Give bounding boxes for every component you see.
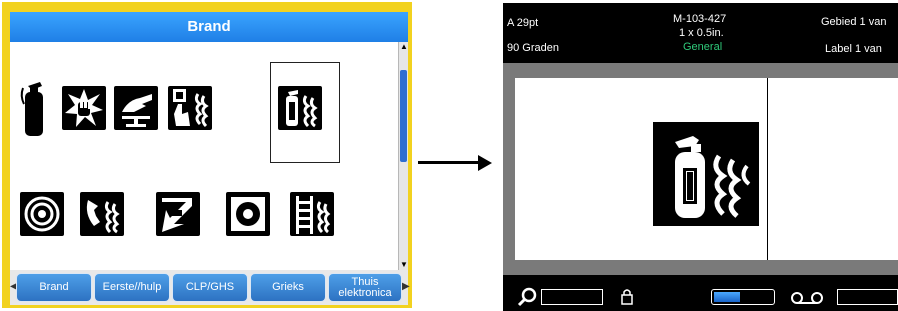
scroll-up-icon[interactable]: ▲ bbox=[399, 42, 409, 52]
fire-hose-icon[interactable] bbox=[20, 192, 64, 236]
category-title: Brand bbox=[10, 12, 408, 42]
label-part-number: M-103-427 bbox=[673, 13, 727, 25]
label-editor-screen: A 29pt 90 Graden M-103-427 1 x 0.5in. Ge… bbox=[503, 3, 898, 311]
fire-emergency-phone-icon[interactable] bbox=[80, 192, 124, 236]
label-canvas[interactable] bbox=[515, 78, 898, 260]
transition-arrow bbox=[418, 161, 482, 164]
scroll-down-icon[interactable]: ▼ bbox=[399, 260, 409, 270]
fire-extinguisher-icon[interactable] bbox=[18, 78, 50, 138]
symbol-picker-screen: Brand ▲ ▼ ◀ Brand Eerste//hulp CLP/GHS G… bbox=[2, 2, 412, 308]
symbol-scrollbar[interactable]: ▲ ▼ bbox=[398, 42, 408, 270]
lock-icon bbox=[621, 287, 633, 305]
rotation-readout: 90 Graden bbox=[507, 42, 559, 54]
transition-arrow-head-icon bbox=[478, 155, 492, 171]
fire-extinguisher-flames-icon[interactable] bbox=[653, 122, 759, 226]
fire-alarm-button-icon[interactable] bbox=[168, 86, 212, 130]
symbol-picker-body: Brand ▲ ▼ ◀ Brand Eerste//hulp CLP/GHS G… bbox=[10, 12, 410, 305]
label-counter: Label 1 van bbox=[825, 43, 882, 55]
tab-grieks[interactable]: Grieks bbox=[250, 273, 326, 302]
tape-icon bbox=[789, 291, 825, 305]
zoom-level-box bbox=[541, 289, 603, 305]
label-header: A 29pt 90 Graden M-103-427 1 x 0.5in. Ge… bbox=[503, 3, 898, 61]
fire-direction-arrow-icon[interactable] bbox=[156, 192, 200, 236]
scroll-thumb[interactable] bbox=[400, 70, 407, 162]
zoom-icon[interactable] bbox=[517, 287, 537, 307]
fire-hose-reel-icon[interactable] bbox=[226, 192, 270, 236]
label-size: 1 x 0.5in. bbox=[679, 27, 724, 39]
category-tabs: ◀ Brand Eerste//hulp CLP/GHS Grieks Thui… bbox=[10, 270, 410, 305]
tab-clp-ghs[interactable]: CLP/GHS bbox=[172, 273, 248, 302]
fire-hand-signal-icon[interactable] bbox=[114, 86, 158, 130]
battery-icon bbox=[711, 289, 775, 305]
fire-extinguisher-flames-icon[interactable] bbox=[278, 86, 322, 130]
status-bar bbox=[503, 283, 898, 311]
tab-eerste-hulp[interactable]: Eerste//hulp bbox=[94, 273, 170, 302]
tab-brand[interactable]: Brand bbox=[16, 273, 92, 302]
area-counter: Gebied 1 van bbox=[821, 16, 887, 28]
fire-alarm-press-icon[interactable] bbox=[62, 86, 106, 130]
label-canvas-frame bbox=[503, 63, 898, 275]
label-area-divider bbox=[767, 78, 768, 260]
tabs-right-arrow-icon[interactable]: ▶ bbox=[402, 281, 410, 293]
label-type: General bbox=[683, 41, 723, 53]
font-size-readout: A 29pt bbox=[507, 17, 539, 29]
tape-level-box bbox=[837, 289, 898, 305]
fire-ladder-icon[interactable] bbox=[290, 192, 334, 236]
tab-thuis-elektronica[interactable]: Thuis elektronica bbox=[328, 273, 402, 302]
symbol-grid bbox=[10, 42, 398, 270]
